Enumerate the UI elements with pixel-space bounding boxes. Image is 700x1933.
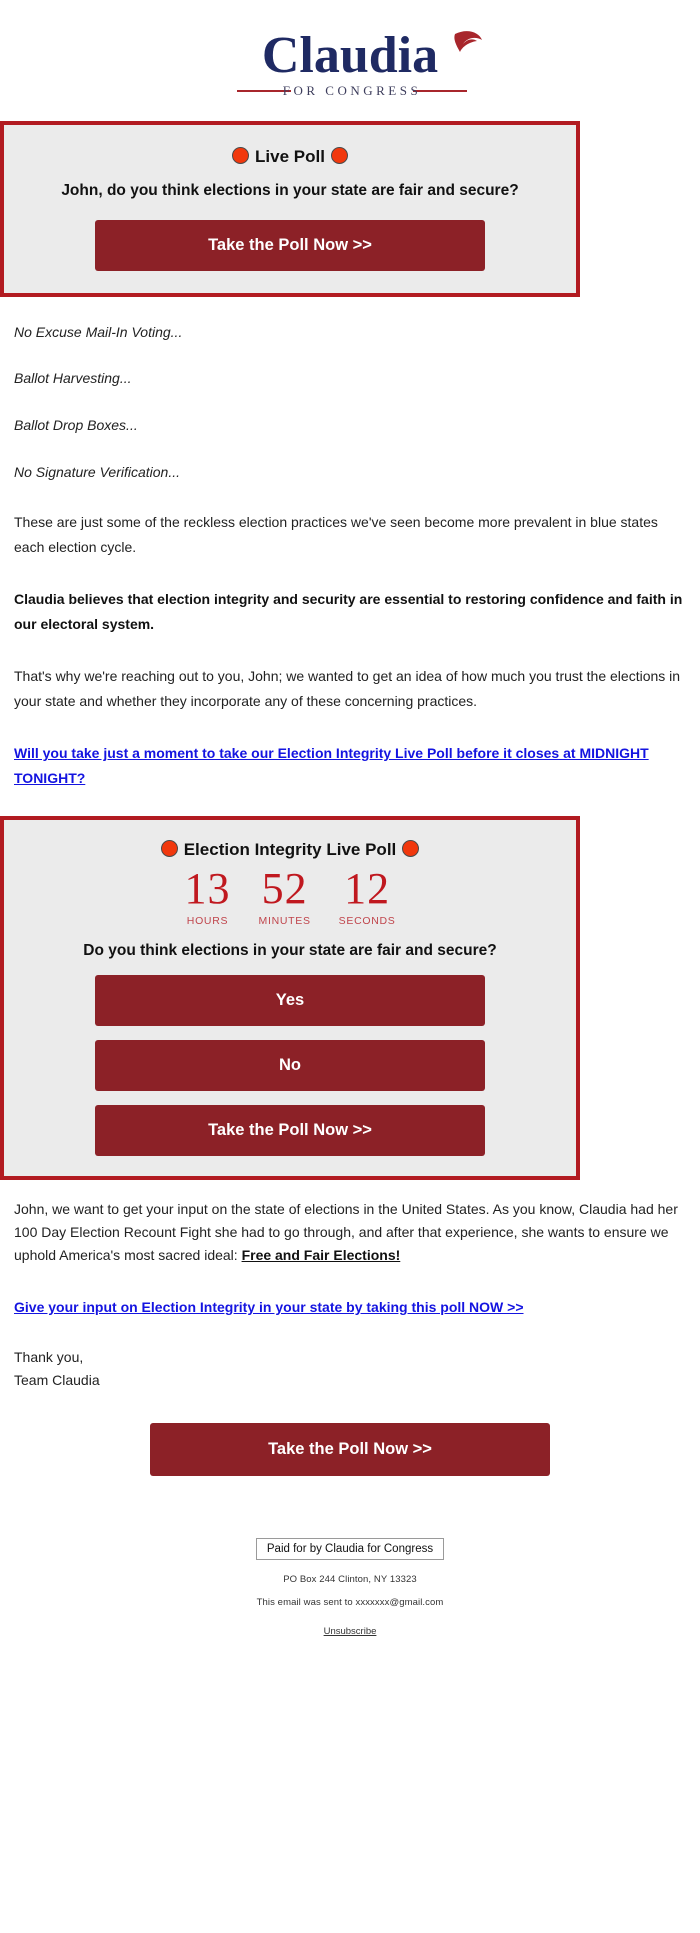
unsubscribe-link[interactable]: Unsubscribe [324, 1626, 377, 1637]
body-paragraph-1: These are just some of the reckless elec… [14, 514, 658, 555]
closing-paragraph: John, we want to get your input on the s… [14, 1198, 686, 1267]
poll-link-paragraph-1: Will you take just a moment to take our … [14, 741, 686, 790]
poll-question-bottom: Do you think elections in your state are… [83, 941, 497, 959]
countdown-seconds: 12 SECONDS [325, 864, 410, 927]
live-poll-badge-label: Live Poll [255, 147, 325, 166]
poll-answer-yes-button[interactable]: Yes [95, 974, 485, 1026]
take-poll-button-bottom[interactable]: Take the Poll Now >> [150, 1423, 550, 1477]
italic-line-1: No Excuse Mail-In Voting... [14, 323, 183, 340]
recipient-notice: This email was sent to xxxxxxx@gmail.com [256, 1597, 444, 1609]
red-circle-icon [232, 147, 250, 164]
italic-line-3: Ballot Drop Boxes... [14, 417, 138, 434]
poll-answer-no-button[interactable]: No [95, 1039, 485, 1091]
sign-off-line-2: Team Claudia [14, 1372, 100, 1389]
body-paragraph-2: Claudia believes that election integrity… [14, 591, 683, 632]
poll-link-2[interactable]: Give your input on Election Integrity in… [14, 1299, 524, 1315]
countdown-seconds-value: 12 [344, 864, 391, 914]
take-poll-button-top[interactable]: Take the Poll Now >> [95, 219, 485, 271]
brand-logo: Claudia FOR CONGRESS [0, 0, 700, 121]
email-body: Claudia FOR CONGRESS Live Poll John, do … [0, 0, 700, 1650]
live-poll-badge: Live Poll [20, 147, 560, 167]
poll-question-top: John, do you think elections in your sta… [61, 182, 519, 200]
body-paragraph-3: That's why we're reaching out to you, Jo… [14, 668, 681, 709]
countdown-hours-value: 13 [184, 864, 231, 914]
red-circle-icon [402, 840, 420, 858]
countdown-minutes-label: MINUTES [258, 914, 311, 927]
poll-link-1[interactable]: Will you take just a moment to take our … [14, 745, 649, 786]
svg-text:Claudia: Claudia [262, 27, 438, 84]
body-section-bottom: John, we want to get your input on the s… [0, 1198, 700, 1477]
body-section-top: No Excuse Mail-In Voting... Ballot Harve… [0, 323, 700, 791]
paid-for-disclaimer: Paid for by Claudia for Congress [255, 1538, 445, 1561]
take-poll-button-middle[interactable]: Take the Poll Now >> [95, 1104, 485, 1156]
red-circle-icon [330, 147, 348, 164]
countdown-seconds-label: SECONDS [338, 914, 396, 927]
email-footer: Paid for by Claudia for Congress PO Box … [0, 1476, 700, 1649]
claudia-for-congress-logo: Claudia FOR CONGRESS [237, 27, 482, 98]
italic-line-2: Ballot Harvesting... [14, 370, 132, 387]
italic-line-4: No Signature Verification... [14, 464, 181, 481]
countdown-hours-label: HOURS [186, 914, 229, 927]
countdown-hours: 13 HOURS [171, 864, 245, 927]
live-poll-callout-top: Live Poll John, do you think elections i… [0, 121, 580, 297]
election-integrity-badge-label: Election Integrity Live Poll [183, 840, 397, 860]
closing-paragraph-emphasis: Free and Fair Elections! [241, 1247, 401, 1263]
election-integrity-badge: Election Integrity Live Poll [20, 840, 560, 860]
sign-off: Thank you, Team Claudia [14, 1346, 686, 1394]
countdown-timer: 13 HOURS 52 MINUTES 12 SECONDS [20, 864, 560, 927]
live-poll-callout-bottom: Election Integrity Live Poll 13 HOURS 52… [0, 816, 580, 1180]
mailing-address: PO Box 244 Clinton, NY 13323 [283, 1574, 417, 1586]
countdown-minutes-value: 52 [261, 864, 308, 914]
sign-off-line-1: Thank you, [14, 1348, 84, 1365]
svg-text:FOR CONGRESS: FOR CONGRESS [283, 83, 421, 98]
red-circle-icon [160, 840, 178, 858]
poll-link-paragraph-2: Give your input on Election Integrity in… [14, 1295, 686, 1320]
countdown-minutes: 52 MINUTES [245, 864, 325, 927]
